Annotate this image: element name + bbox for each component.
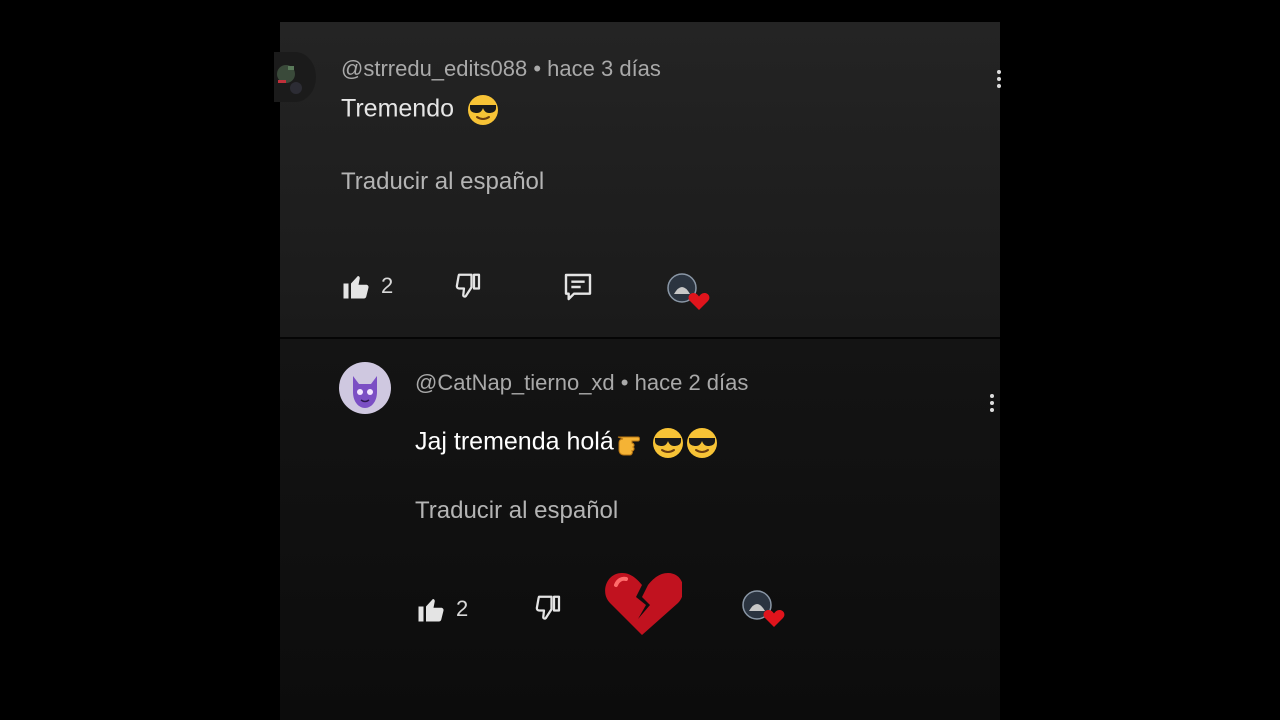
reply-icon: [564, 273, 592, 301]
timestamp[interactable]: hace 2 días: [635, 370, 749, 395]
timestamp[interactable]: hace 3 días: [547, 56, 661, 81]
like-count: 2: [381, 273, 394, 298]
sunglasses-emoji-icon: [467, 95, 498, 125]
dislike-icon: [455, 273, 481, 298]
dislike-button[interactable]: [454, 271, 484, 301]
comment-card-2: @CatNap_tierno_xd • hace 2 días Jaj trem…: [280, 339, 1000, 720]
sunglasses-emoji-icon: [686, 428, 717, 458]
comment-meta: @CatNap_tierno_xd • hace 2 días: [415, 370, 748, 396]
sunglasses-emoji-icon: [652, 428, 683, 458]
comments-panel: @strredu_edits088 • hace 3 días Tremendo…: [274, 22, 1002, 720]
avatar[interactable]: [339, 362, 391, 414]
more-options-icon[interactable]: [996, 70, 1002, 91]
like-button[interactable]: 2: [341, 271, 393, 301]
broken-heart-emoji-icon: [605, 573, 682, 635]
like-icon: [343, 276, 369, 299]
comment-text: Tremendo: [341, 94, 499, 126]
creator-heart: [666, 272, 712, 312]
dislike-button[interactable]: [534, 593, 564, 623]
comment-card-1: @strredu_edits088 • hace 3 días Tremendo…: [274, 22, 1002, 337]
author-name[interactable]: @CatNap_tierno_xd: [415, 370, 615, 395]
avatar[interactable]: [274, 52, 316, 102]
meta-separator: •: [620, 370, 629, 395]
dislike-icon: [535, 595, 561, 620]
meta-separator: •: [533, 56, 542, 81]
translate-link[interactable]: Traducir al español: [341, 168, 544, 196]
comment-meta: @strredu_edits088 • hace 3 días: [341, 56, 661, 82]
author-name[interactable]: @strredu_edits088: [341, 56, 527, 81]
creator-heart: [741, 589, 787, 629]
pointing-hand-emoji-icon: [617, 436, 640, 456]
comment-text-content: Jaj tremenda holá: [415, 427, 614, 456]
translate-link[interactable]: Traducir al español: [415, 497, 618, 525]
creator-heart-icon: [742, 590, 785, 627]
comment-text-content: Tremendo: [341, 94, 455, 123]
creator-heart-icon: [667, 273, 710, 310]
more-options-icon[interactable]: [989, 394, 995, 415]
comment-text: Jaj tremenda holá: [415, 427, 718, 459]
reply-button[interactable]: [562, 271, 594, 303]
reply-button[interactable]: [602, 567, 682, 637]
like-button[interactable]: 2: [416, 594, 468, 624]
like-icon: [418, 599, 444, 622]
like-count: 2: [456, 596, 469, 621]
